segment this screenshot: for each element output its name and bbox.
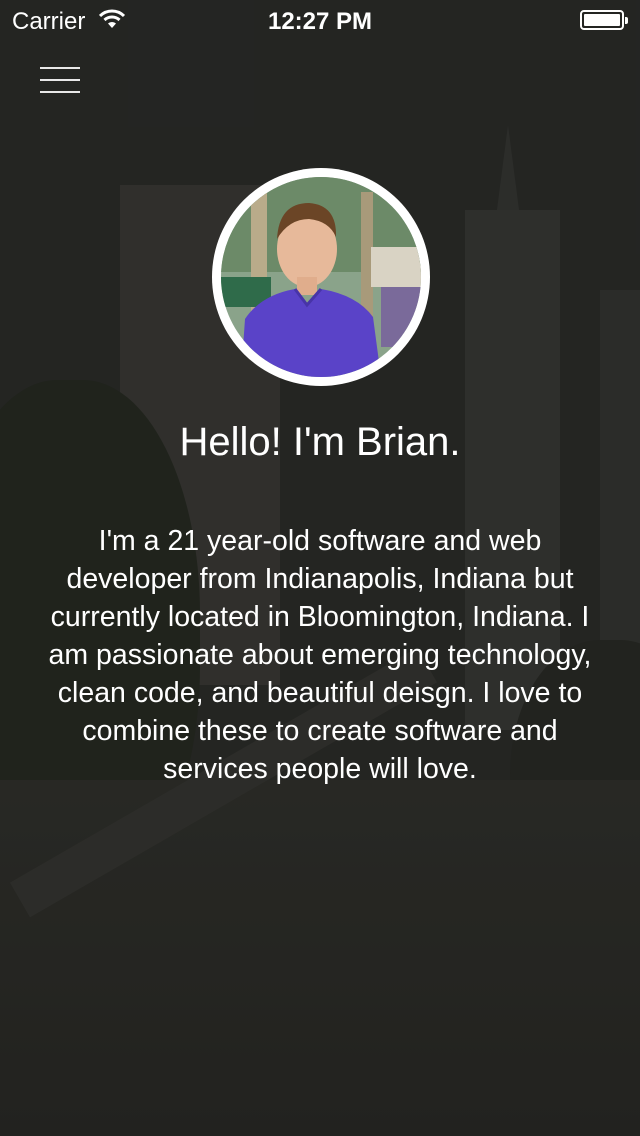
greeting-heading: Hello! I'm Brian. bbox=[179, 420, 461, 464]
battery-icon bbox=[580, 10, 628, 30]
avatar bbox=[212, 168, 430, 386]
status-time: 12:27 PM bbox=[267, 8, 373, 35]
hamburger-menu-icon[interactable] bbox=[36, 62, 84, 98]
status-bar: Carrier 12:27 PM bbox=[0, 0, 640, 40]
bio-text: I'm a 21 year-old software and web devel… bbox=[48, 525, 592, 785]
profile-photo bbox=[221, 177, 421, 377]
